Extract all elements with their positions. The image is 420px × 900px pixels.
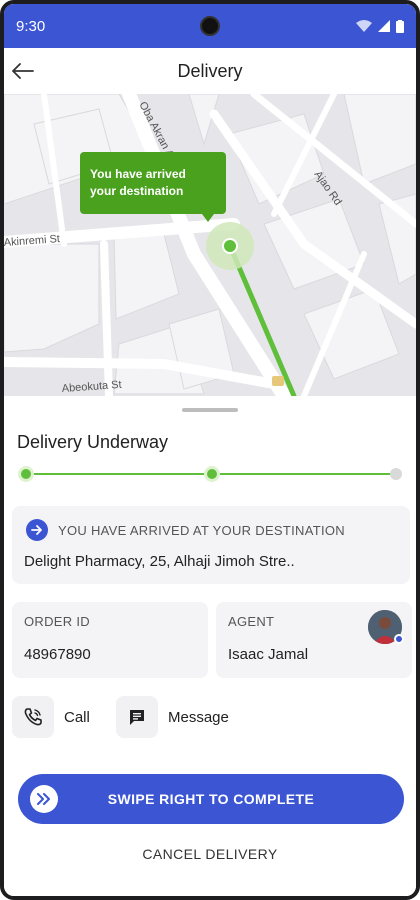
agent-label: AGENT: [228, 614, 275, 629]
agent-name: Isaac Jamal: [228, 646, 309, 663]
phone-frame: 9:30 Delivery Oba Akran Av Akinremi St A…: [0, 0, 420, 900]
app-bar: Delivery: [4, 48, 416, 94]
page-title: Delivery: [177, 60, 243, 81]
call-label: Call: [64, 708, 90, 726]
order-id-value: 48967890: [24, 646, 91, 663]
wifi-icon: [356, 20, 372, 32]
phone-icon: [12, 696, 54, 738]
battery-icon: [396, 19, 404, 33]
message-label: Message: [168, 708, 229, 726]
online-badge: [394, 634, 404, 644]
popup-line-1: You have arrived: [90, 167, 186, 181]
message-icon: [116, 696, 158, 738]
sheet-drag-handle[interactable]: [182, 408, 238, 412]
arrow-left-icon: [12, 63, 34, 79]
progress-step-1: [21, 469, 31, 479]
progress-step-2: [207, 469, 217, 479]
call-button[interactable]: Call: [12, 696, 90, 738]
message-button[interactable]: Message: [116, 696, 229, 738]
status-icons: [356, 19, 404, 33]
popup-line-2: your destination: [90, 184, 183, 198]
back-button[interactable]: [10, 58, 36, 84]
poi-icon: [272, 376, 284, 386]
cancel-delivery-button[interactable]: CANCEL DELIVERY: [4, 846, 416, 862]
camera-cutout: [200, 16, 220, 36]
arrival-popup: You have arrived your destination: [80, 152, 226, 222]
swipe-label: SWIPE RIGHT TO COMPLETE: [107, 791, 315, 807]
destination-label: YOU HAVE ARRIVED AT YOUR DESTINATION: [58, 522, 345, 538]
delivery-progress: [18, 466, 402, 482]
arrow-right-icon: [26, 519, 48, 541]
agent-card: AGENT Isaac Jamal: [216, 602, 412, 678]
progress-step-3: [390, 468, 402, 480]
map-view[interactable]: Oba Akran Av Akinremi St Ajao Rd Abeokut…: [4, 94, 416, 396]
destination-address: Delight Pharmacy, 25, Alhaji Jimoh Stre.…: [24, 553, 295, 570]
location-pin-icon: [222, 238, 238, 254]
signal-icon: [378, 20, 390, 32]
status-time: 9:30: [16, 17, 46, 35]
delivery-status-title: Delivery Underway: [17, 432, 169, 452]
destination-card: YOU HAVE ARRIVED AT YOUR DESTINATION Del…: [12, 506, 410, 584]
bottom-sheet: Delivery Underway YOU HAVE ARRIVED AT YO…: [4, 396, 416, 896]
double-chevron-right-icon[interactable]: [30, 785, 58, 813]
status-bar: 9:30: [4, 4, 416, 48]
map-canvas: Oba Akran Av Akinremi St Ajao Rd Abeokut…: [4, 94, 416, 396]
order-id-label: ORDER ID: [24, 614, 90, 629]
swipe-to-complete-slider[interactable]: SWIPE RIGHT TO COMPLETE: [18, 774, 404, 824]
order-id-card: ORDER ID 48967890: [12, 602, 208, 678]
